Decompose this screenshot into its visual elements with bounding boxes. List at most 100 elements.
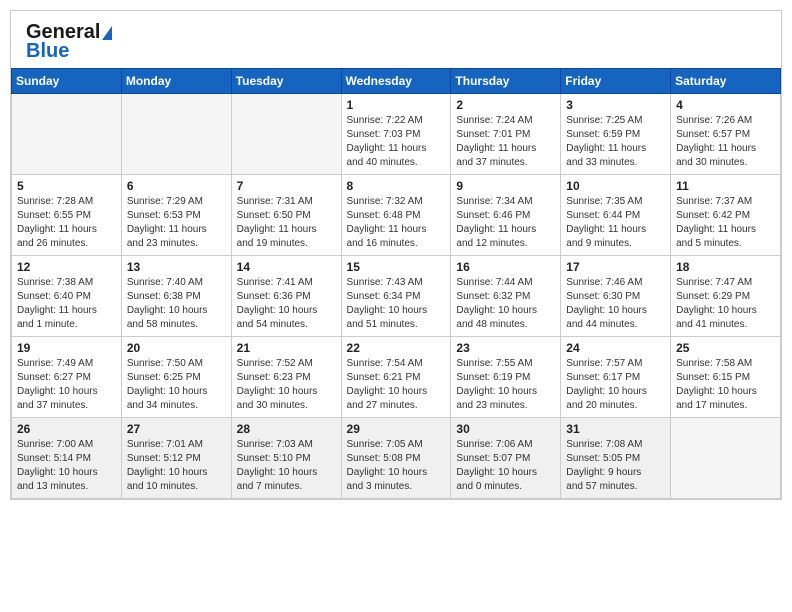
day-number: 6 (127, 179, 226, 193)
day-info: Sunrise: 7:03 AM Sunset: 5:10 PM Dayligh… (237, 438, 336, 494)
calendar-cell: 4 Sunrise: 7:26 AM Sunset: 6:57 PM Daylig… (671, 94, 781, 175)
day-number: 25 (676, 341, 775, 355)
week-row-2: 12 Sunrise: 7:38 AM Sunset: 6:40 PM Dayli… (12, 256, 781, 337)
day-number: 16 (456, 260, 555, 274)
week-row-4: 26 Sunrise: 7:00 AM Sunset: 5:14 PM Dayli… (12, 418, 781, 499)
day-info: Sunrise: 7:25 AM Sunset: 6:59 PM Dayligh… (566, 114, 665, 170)
day-number: 20 (127, 341, 226, 355)
calendar-cell: 22Sunrise: 7:54 AM Sunset: 6:21 PM Dayli… (341, 337, 451, 418)
calendar-cell: 7 Sunrise: 7:31 AM Sunset: 6:50 PM Daylig… (231, 175, 341, 256)
calendar-cell: 13 Sunrise: 7:40 AM Sunset: 6:38 PM Dayli… (121, 256, 231, 337)
calendar-cell: 25Sunrise: 7:58 AM Sunset: 6:15 PM Dayli… (671, 337, 781, 418)
week-row-0: 1Sunrise: 7:22 AM Sunset: 7:03 PM Daylig… (12, 94, 781, 175)
day-number: 26 (17, 422, 116, 436)
calendar-cell: 1Sunrise: 7:22 AM Sunset: 7:03 PM Daylig… (341, 94, 451, 175)
day-number: 7 (237, 179, 336, 193)
calendar-table: SundayMondayTuesdayWednesdayThursdayFrid… (11, 68, 781, 499)
day-number: 10 (566, 179, 665, 193)
day-number: 11 (676, 179, 775, 193)
calendar-cell: 8 Sunrise: 7:32 AM Sunset: 6:48 PM Daylig… (341, 175, 451, 256)
day-number: 9 (456, 179, 555, 193)
calendar-cell: 5 Sunrise: 7:28 AM Sunset: 6:55 PM Daylig… (12, 175, 122, 256)
logo-blue: Blue (26, 40, 69, 63)
weekday-header-friday: Friday (561, 69, 671, 94)
calendar-cell: 23 Sunrise: 7:55 AM Sunset: 6:19 PM Dayli… (451, 337, 561, 418)
day-info: Sunrise: 7:49 AM Sunset: 6:27 PM Dayligh… (17, 357, 116, 413)
day-info: Sunrise: 7:01 AM Sunset: 5:12 PM Dayligh… (127, 438, 226, 494)
day-number: 18 (676, 260, 775, 274)
day-number: 3 (566, 98, 665, 112)
day-info: Sunrise: 7:00 AM Sunset: 5:14 PM Dayligh… (17, 438, 116, 494)
day-info: Sunrise: 7:35 AM Sunset: 6:44 PM Dayligh… (566, 195, 665, 251)
day-number: 27 (127, 422, 226, 436)
day-number: 15 (347, 260, 446, 274)
day-number: 12 (17, 260, 116, 274)
day-number: 31 (566, 422, 665, 436)
day-info: Sunrise: 7:40 AM Sunset: 6:38 PM Dayligh… (127, 276, 226, 332)
header: General Blue (11, 11, 781, 68)
weekday-header-row: SundayMondayTuesdayWednesdayThursdayFrid… (12, 69, 781, 94)
day-info: Sunrise: 7:38 AM Sunset: 6:40 PM Dayligh… (17, 276, 116, 332)
calendar-cell: 29 Sunrise: 7:05 AM Sunset: 5:08 PM Dayli… (341, 418, 451, 499)
weekday-header-tuesday: Tuesday (231, 69, 341, 94)
day-number: 19 (17, 341, 116, 355)
day-number: 28 (237, 422, 336, 436)
calendar-cell: 12 Sunrise: 7:38 AM Sunset: 6:40 PM Dayli… (12, 256, 122, 337)
day-info: Sunrise: 7:05 AM Sunset: 5:08 PM Dayligh… (347, 438, 446, 494)
calendar-cell: 6Sunrise: 7:29 AM Sunset: 6:53 PM Daylig… (121, 175, 231, 256)
calendar-cell: 26 Sunrise: 7:00 AM Sunset: 5:14 PM Dayli… (12, 418, 122, 499)
calendar-cell: 27 Sunrise: 7:01 AM Sunset: 5:12 PM Dayli… (121, 418, 231, 499)
day-number: 23 (456, 341, 555, 355)
week-row-1: 5 Sunrise: 7:28 AM Sunset: 6:55 PM Daylig… (12, 175, 781, 256)
calendar-cell: 30Sunrise: 7:06 AM Sunset: 5:07 PM Dayli… (451, 418, 561, 499)
day-info: Sunrise: 7:24 AM Sunset: 7:01 PM Dayligh… (456, 114, 555, 170)
calendar-cell: 19 Sunrise: 7:49 AM Sunset: 6:27 PM Dayli… (12, 337, 122, 418)
calendar-cell (671, 418, 781, 499)
day-info: Sunrise: 7:26 AM Sunset: 6:57 PM Dayligh… (676, 114, 775, 170)
calendar-cell (12, 94, 122, 175)
day-info: Sunrise: 7:37 AM Sunset: 6:42 PM Dayligh… (676, 195, 775, 251)
day-number: 29 (347, 422, 446, 436)
day-number: 8 (347, 179, 446, 193)
day-number: 24 (566, 341, 665, 355)
day-info: Sunrise: 7:22 AM Sunset: 7:03 PM Dayligh… (347, 114, 446, 170)
day-number: 14 (237, 260, 336, 274)
weekday-header-thursday: Thursday (451, 69, 561, 94)
calendar-container: General Blue SundayMondayTuesdayWednesda… (10, 10, 782, 500)
day-info: Sunrise: 7:57 AM Sunset: 6:17 PM Dayligh… (566, 357, 665, 413)
day-number: 5 (17, 179, 116, 193)
calendar-cell: 10 Sunrise: 7:35 AM Sunset: 6:44 PM Dayli… (561, 175, 671, 256)
calendar-cell: 18Sunrise: 7:47 AM Sunset: 6:29 PM Dayli… (671, 256, 781, 337)
day-number: 13 (127, 260, 226, 274)
calendar-cell: 2 Sunrise: 7:24 AM Sunset: 7:01 PM Daylig… (451, 94, 561, 175)
logo: General Blue (26, 21, 112, 63)
week-row-3: 19 Sunrise: 7:49 AM Sunset: 6:27 PM Dayli… (12, 337, 781, 418)
calendar-cell: 11 Sunrise: 7:37 AM Sunset: 6:42 PM Dayli… (671, 175, 781, 256)
calendar-cell: 14 Sunrise: 7:41 AM Sunset: 6:36 PM Dayli… (231, 256, 341, 337)
calendar-cell: 9 Sunrise: 7:34 AM Sunset: 6:46 PM Daylig… (451, 175, 561, 256)
day-info: Sunrise: 7:32 AM Sunset: 6:48 PM Dayligh… (347, 195, 446, 251)
day-info: Sunrise: 7:28 AM Sunset: 6:55 PM Dayligh… (17, 195, 116, 251)
weekday-header-sunday: Sunday (12, 69, 122, 94)
day-info: Sunrise: 7:50 AM Sunset: 6:25 PM Dayligh… (127, 357, 226, 413)
calendar-cell: 15Sunrise: 7:43 AM Sunset: 6:34 PM Dayli… (341, 256, 451, 337)
logo-triangle-icon (102, 26, 112, 40)
day-number: 2 (456, 98, 555, 112)
day-info: Sunrise: 7:44 AM Sunset: 6:32 PM Dayligh… (456, 276, 555, 332)
calendar-cell: 16 Sunrise: 7:44 AM Sunset: 6:32 PM Dayli… (451, 256, 561, 337)
day-info: Sunrise: 7:41 AM Sunset: 6:36 PM Dayligh… (237, 276, 336, 332)
day-info: Sunrise: 7:52 AM Sunset: 6:23 PM Dayligh… (237, 357, 336, 413)
weekday-header-monday: Monday (121, 69, 231, 94)
day-info: Sunrise: 7:55 AM Sunset: 6:19 PM Dayligh… (456, 357, 555, 413)
calendar-cell: 31Sunrise: 7:08 AM Sunset: 5:05 PM Dayli… (561, 418, 671, 499)
day-number: 30 (456, 422, 555, 436)
weekday-header-wednesday: Wednesday (341, 69, 451, 94)
day-info: Sunrise: 7:54 AM Sunset: 6:21 PM Dayligh… (347, 357, 446, 413)
calendar-cell (231, 94, 341, 175)
day-number: 4 (676, 98, 775, 112)
day-info: Sunrise: 7:31 AM Sunset: 6:50 PM Dayligh… (237, 195, 336, 251)
day-number: 17 (566, 260, 665, 274)
day-info: Sunrise: 7:34 AM Sunset: 6:46 PM Dayligh… (456, 195, 555, 251)
day-number: 21 (237, 341, 336, 355)
calendar-body: 1Sunrise: 7:22 AM Sunset: 7:03 PM Daylig… (12, 94, 781, 499)
